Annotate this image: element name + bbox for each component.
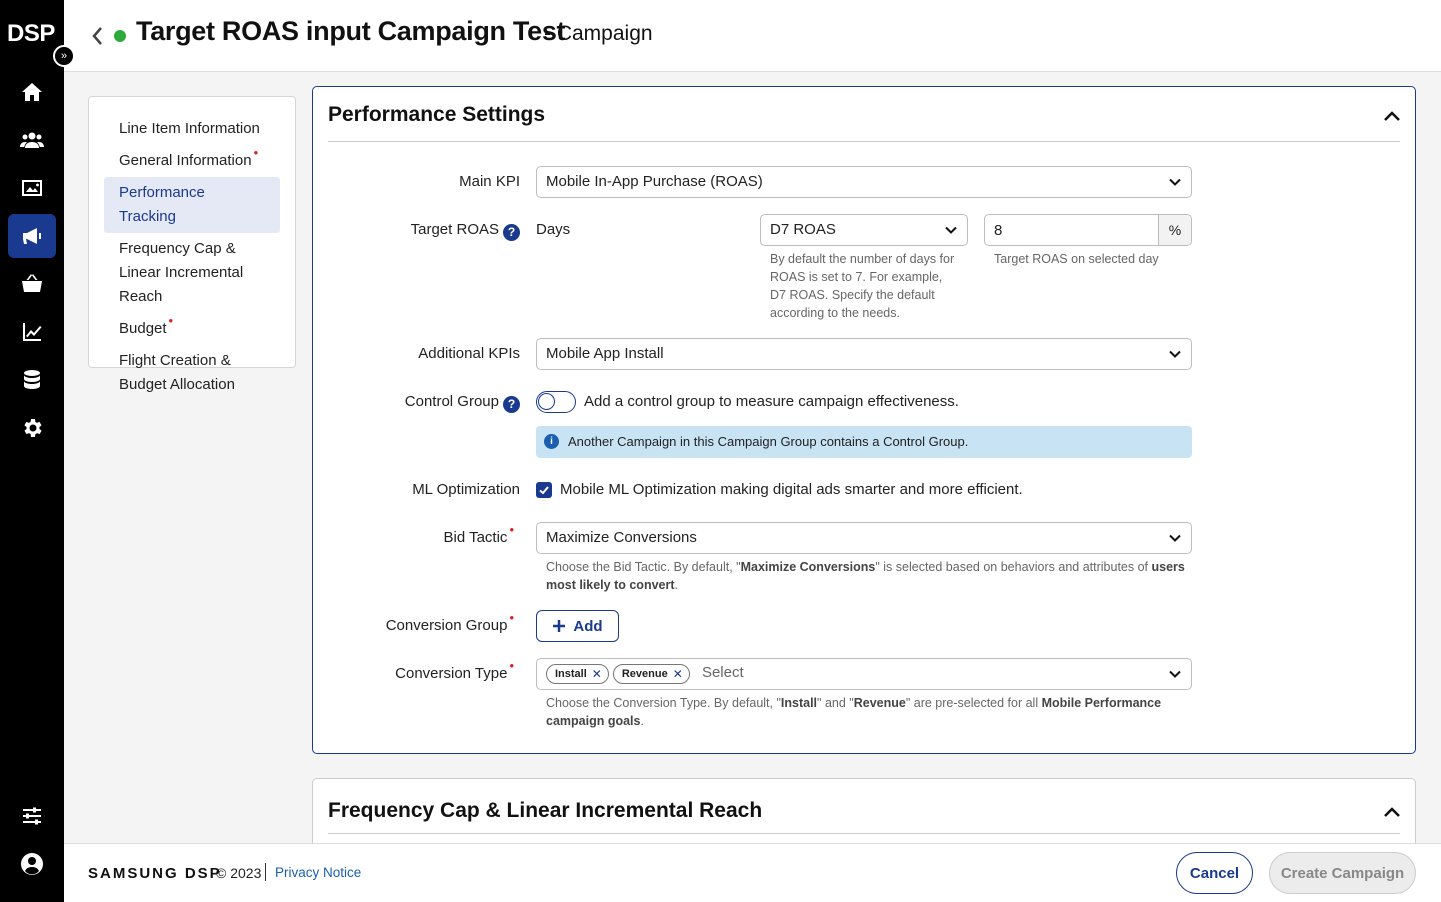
data-icon[interactable] [8, 358, 56, 402]
chevron-down-icon [1169, 670, 1181, 678]
page-subtitle: - Campaign [544, 22, 653, 45]
divider [265, 863, 266, 881]
control-group-toggle[interactable] [536, 391, 576, 413]
conversion-type-placeholder: Select [701, 664, 744, 681]
settings-icon[interactable] [8, 406, 56, 450]
additional-kpis-select[interactable]: Mobile App Install [536, 338, 1192, 370]
roas-days-select[interactable]: D7 ROAS [760, 214, 968, 246]
add-conversion-group-button[interactable]: Add [536, 610, 619, 642]
section-title: Performance Settings [328, 103, 546, 126]
bid-tactic-label: Bid Tactic • [443, 522, 514, 546]
audience-icon[interactable] [8, 118, 56, 162]
chip-revenue: Revenue ✕ [612, 664, 690, 684]
remove-chip-icon[interactable]: ✕ [673, 667, 683, 681]
help-icon[interactable]: ? [503, 223, 520, 241]
main-kpi-select[interactable]: Mobile In-App Purchase (ROAS) [536, 166, 1192, 198]
required-marker: • [168, 313, 174, 328]
control-group-label: Control Group? [320, 393, 520, 413]
info-icon: i [544, 434, 559, 449]
help-icon[interactable]: ? [503, 395, 520, 413]
roas-days-hint: By default the number of days for ROAS i… [770, 252, 955, 320]
percent-unit: % [1158, 215, 1191, 245]
status-dot [114, 30, 126, 42]
filters-icon[interactable] [8, 794, 56, 838]
nav-item-general-information[interactable]: General Information • [104, 145, 280, 177]
reports-icon[interactable] [8, 310, 56, 354]
app-logo: DSP [7, 20, 55, 47]
target-roas-input-group: % [984, 214, 1192, 246]
footer: SAMSUNG DSP © 2023 Privacy Notice Cancel… [64, 843, 1441, 902]
conversion-group-label: Conversion Group • [385, 610, 514, 634]
inventory-icon[interactable] [8, 262, 56, 306]
ml-optimization-checkbox[interactable] [536, 482, 552, 498]
nav-item-flight-creation[interactable]: Flight Creation & Budget Allocation [104, 345, 280, 401]
chip-install: Install ✕ [546, 664, 609, 684]
required-marker: • [253, 145, 259, 160]
back-chevron-icon[interactable] [88, 24, 106, 48]
target-roas-hint: Target ROAS on selected day [994, 252, 1159, 266]
bid-tactic-select[interactable]: Maximize Conversions [536, 522, 1192, 554]
chevron-down-icon [1169, 350, 1181, 358]
section-title: Frequency Cap & Linear Incremental Reach [328, 799, 763, 822]
home-icon[interactable] [8, 70, 56, 114]
target-roas-label: Target ROAS? [320, 221, 520, 241]
conversion-type-label: Conversion Type • [395, 658, 514, 682]
divider [328, 141, 1400, 142]
nav-item-frequency-cap[interactable]: Frequency Cap & Linear Incremental Reach [104, 233, 280, 313]
divider [328, 833, 1400, 834]
required-marker: • [509, 522, 514, 537]
left-rail: DSP » [0, 0, 75, 902]
remove-chip-icon[interactable]: ✕ [592, 667, 602, 681]
page-title: Target ROAS input Campaign Test [136, 16, 566, 46]
required-marker: • [509, 610, 514, 625]
chevron-down-icon [1169, 534, 1181, 542]
section-nav: Line Item Information General Informatio… [88, 96, 296, 393]
cancel-button[interactable]: Cancel [1176, 852, 1253, 894]
footer-brand: SAMSUNG DSP [88, 865, 222, 882]
collapse-chevron-icon[interactable] [1383, 805, 1401, 819]
ml-optimization-text: Mobile ML Optimization making digital ad… [560, 481, 1023, 498]
copyright: © 2023 [216, 865, 262, 881]
main-kpi-label: Main KPI [459, 173, 520, 190]
additional-kpis-label: Additional KPIs [418, 345, 520, 362]
target-roas-input[interactable] [985, 215, 1158, 245]
creative-icon[interactable] [8, 166, 56, 210]
double-chevron-icon: » [60, 50, 68, 62]
conversion-type-hint: Choose the Conversion Type. By default, … [546, 696, 1162, 728]
expand-rail-button[interactable]: » [53, 45, 75, 67]
create-campaign-button[interactable]: Create Campaign [1269, 852, 1416, 894]
conversion-type-select[interactable]: Install ✕ Revenue ✕ Select [536, 658, 1192, 690]
page-header: Target ROAS input Campaign Test - Campai… [64, 0, 1441, 72]
campaign-icon[interactable] [8, 214, 56, 258]
ml-optimization-label: ML Optimization [412, 481, 520, 498]
days-label: Days [536, 221, 571, 238]
bid-tactic-hint: Choose the Bid Tactic. By default, "Maxi… [546, 560, 1185, 592]
collapse-chevron-icon[interactable] [1383, 109, 1401, 123]
chevron-down-icon [945, 226, 957, 234]
control-group-text: Add a control group to measure campaign … [584, 393, 959, 410]
required-marker: • [509, 658, 514, 673]
privacy-notice-link[interactable]: Privacy Notice [275, 865, 361, 880]
check-icon [539, 486, 549, 495]
plus-icon [553, 620, 566, 632]
nav-item-performance-tracking[interactable]: Performance Tracking [104, 177, 280, 233]
nav-item-line-item-information[interactable]: Line Item Information [104, 113, 280, 145]
nav-item-budget[interactable]: Budget • [104, 313, 280, 345]
control-group-info: i Another Campaign in this Campaign Grou… [536, 426, 1192, 458]
chevron-down-icon [1169, 178, 1181, 186]
user-icon[interactable] [8, 842, 56, 886]
